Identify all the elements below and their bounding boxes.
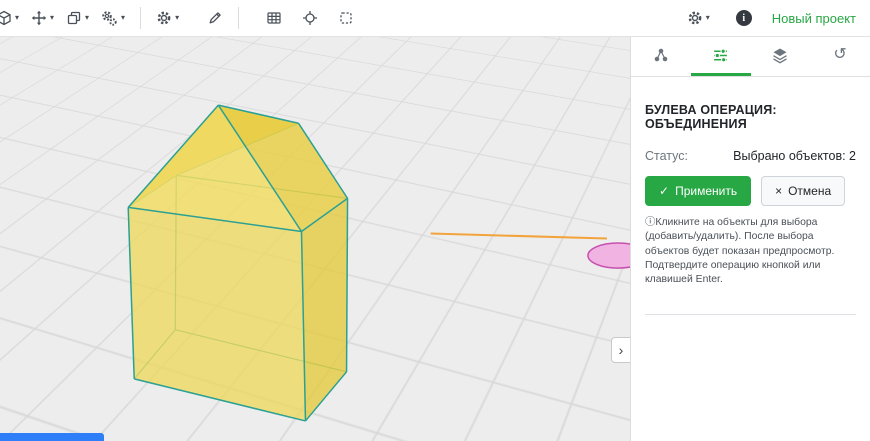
info-icon: i (736, 10, 752, 26)
house-wall-front-face (128, 207, 305, 421)
toolbar: ▾ ▾ ▾ ▾ (0, 0, 870, 37)
new-project-link[interactable]: Новый проект (772, 11, 856, 26)
apply-button-label: Применить (675, 184, 737, 198)
crosshair-icon (302, 10, 318, 26)
grid-view-button[interactable] (260, 5, 288, 31)
move-tool-button[interactable]: ▾ (25, 5, 60, 31)
axis-line (431, 233, 607, 238)
caret-down-icon: ▾ (50, 14, 54, 22)
cancel-button[interactable]: × Отмена (761, 176, 845, 206)
caret-down-icon: ▾ (15, 14, 19, 22)
caret-down-icon: ▾ (175, 14, 179, 22)
layers-icon (772, 47, 788, 64)
properties-sliders-icon (712, 47, 729, 64)
main-area: › (0, 37, 870, 441)
status-row: Статус: Выбрано объектов: 2 (645, 149, 856, 163)
toolbar-right-group: ▾ i Новый проект (681, 5, 870, 31)
house-wall-right-face (301, 198, 347, 421)
duplicate-tool-button[interactable]: ▾ (60, 5, 95, 31)
primitive-tool-button[interactable]: ▾ (0, 5, 25, 31)
hint-text-body: Кликните на объекты для выбора (добавить… (645, 217, 834, 285)
objects-icon (653, 47, 669, 63)
caret-down-icon: ▾ (121, 14, 125, 22)
tab-objects[interactable] (631, 37, 691, 76)
scene-objects (0, 37, 630, 441)
disc-object[interactable] (588, 243, 630, 268)
select-region-button[interactable] (332, 5, 360, 31)
status-label: Статус: (645, 149, 688, 163)
hint-text: ⓘКликните на объекты для выбора (добавит… (645, 216, 856, 288)
gear-icon (156, 10, 172, 26)
panel-tabs: ↺ (631, 37, 870, 77)
close-icon: × (775, 184, 782, 198)
tab-history[interactable]: ↺ (810, 37, 870, 76)
check-icon: ✓ (659, 184, 669, 198)
toolbar-divider (140, 7, 141, 29)
snap-origin-button[interactable] (296, 5, 324, 31)
apply-button[interactable]: ✓ Применить (645, 176, 751, 206)
edit-tool-button[interactable] (201, 5, 229, 31)
cancel-button-label: Отмена (788, 184, 831, 198)
history-icon: ↺ (833, 47, 846, 63)
house-object[interactable] (128, 105, 347, 421)
side-panel: ↺ БУЛЕВА ОПЕРАЦИЯ: ОБЪЕДИНЕНИЯ Статус: В… (630, 37, 870, 441)
viewport-3d[interactable]: › (0, 37, 630, 441)
horizontal-scrollbar-thumb[interactable] (0, 433, 104, 441)
app-settings-button[interactable]: ▾ (681, 5, 716, 31)
status-value: Выбрано объектов: 2 (733, 149, 856, 163)
gear-icon (687, 10, 703, 26)
tab-layers[interactable] (751, 37, 811, 76)
app-window: ▾ ▾ ▾ ▾ (0, 0, 870, 441)
pencil-icon (207, 10, 223, 26)
tab-properties[interactable] (691, 37, 751, 76)
caret-down-icon: ▾ (706, 14, 710, 22)
info-circle-icon: ⓘ (645, 217, 655, 228)
duplicate-icon (66, 10, 82, 26)
caret-down-icon: ▾ (85, 14, 89, 22)
panel-collapse-button[interactable]: › (611, 337, 630, 363)
operations-tool-button[interactable]: ▾ (95, 5, 131, 32)
gears-icon (101, 10, 118, 27)
action-buttons: ✓ Применить × Отмена (645, 176, 856, 206)
move-icon (31, 10, 47, 26)
info-button[interactable]: i (730, 5, 758, 31)
chevron-right-icon: › (619, 342, 624, 358)
grid-icon (266, 10, 282, 26)
settings-tool-button[interactable]: ▾ (150, 5, 185, 31)
panel-content: БУЛЕВА ОПЕРАЦИЯ: ОБЪЕДИНЕНИЯ Статус: Выб… (631, 77, 870, 315)
toolbar-divider (238, 7, 239, 29)
select-region-icon (338, 10, 354, 26)
panel-title: БУЛЕВА ОПЕРАЦИЯ: ОБЪЕДИНЕНИЯ (645, 103, 856, 131)
box-icon (0, 10, 12, 26)
panel-divider (645, 314, 856, 315)
